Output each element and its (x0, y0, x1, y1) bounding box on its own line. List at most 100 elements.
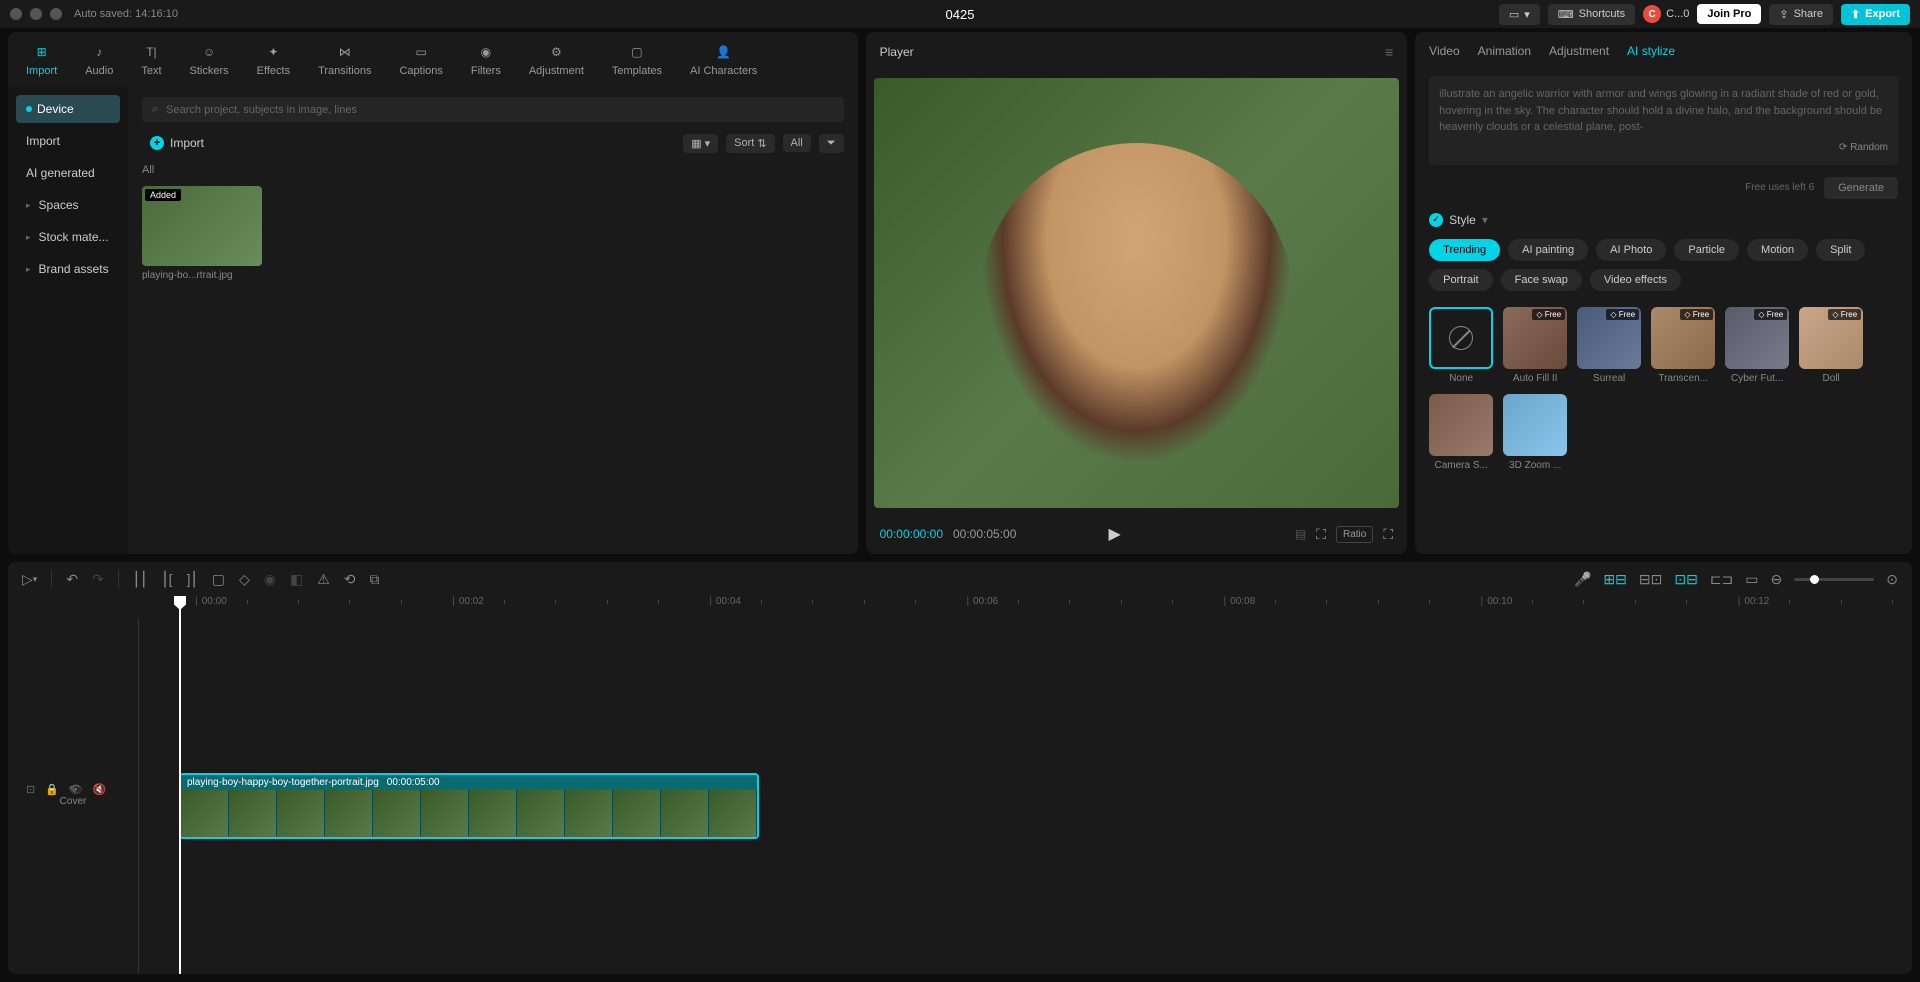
delete-tool[interactable]: ▢ (212, 571, 225, 588)
style-preset-cyberfut[interactable]: ◇ FreeCyber Fut... (1725, 307, 1789, 384)
playhead[interactable] (179, 596, 181, 974)
zoom-out-button[interactable]: ⊖ (1771, 571, 1783, 588)
tool-tab-templates[interactable]: ▢Templates (604, 38, 670, 81)
clip-frame (517, 790, 565, 838)
plus-icon: + (150, 136, 164, 150)
rotate-tool[interactable]: ⟲ (344, 571, 356, 588)
timeline-tracks[interactable]: playing-boy-happy-boy-together-portrait.… (138, 618, 1912, 974)
search-icon: ⌕ (152, 103, 158, 116)
time-ruler[interactable]: 00:0000:0200:0400:0600:0800:1000:1200:14 (178, 596, 1892, 618)
export-button[interactable]: ⬆Export (1841, 4, 1910, 25)
player-viewport[interactable] (874, 78, 1400, 508)
tool-tab-transitions[interactable]: ⋈Transitions (310, 38, 379, 81)
style-preset-dzoom[interactable]: 3D Zoom ... (1503, 394, 1567, 471)
share-button[interactable]: ⇪Share (1769, 4, 1833, 25)
inspector-tab-animation[interactable]: Animation (1478, 44, 1531, 64)
join-pro-button[interactable]: Join Pro (1697, 4, 1761, 24)
style-dropdown-icon[interactable]: ▾ (1482, 213, 1488, 227)
style-chip-ai-painting[interactable]: AI painting (1508, 239, 1588, 261)
sidebar-item-spaces[interactable]: Spaces (16, 191, 120, 219)
selection-tool[interactable]: ▷ ▾ (22, 571, 37, 588)
snap-button[interactable]: ⊡⊟ (1674, 571, 1697, 588)
track-lock-icon[interactable]: 🔒 (45, 783, 59, 796)
compare-icon[interactable]: ▤ (1295, 527, 1306, 541)
prompt-input[interactable]: illustrate an angelic warrior with armor… (1429, 76, 1898, 165)
split-right-tool[interactable]: ]⎮ (187, 571, 198, 588)
import-button[interactable]: + Import (142, 132, 212, 154)
crop-tool[interactable]: ⧉ (370, 571, 380, 588)
crop-icon[interactable]: ⛶ (1316, 526, 1326, 543)
play-button[interactable]: ▶ (1108, 524, 1120, 544)
tool-tab-filters[interactable]: ◉Filters (463, 38, 509, 81)
style-check-icon[interactable]: ✓ (1429, 213, 1443, 227)
track-expand-icon[interactable]: ⊡ (26, 783, 35, 796)
style-chip-portrait[interactable]: Portrait (1429, 269, 1492, 291)
style-chip-motion[interactable]: Motion (1747, 239, 1808, 261)
tool-tab-stickers[interactable]: ☺Stickers (182, 38, 237, 81)
view-mode-button[interactable]: ▦▾ (683, 134, 718, 153)
style-preset-cameras[interactable]: Camera S... (1429, 394, 1493, 471)
maximize-window-icon[interactable] (50, 8, 62, 20)
style-preset-doll[interactable]: ◇ FreeDoll (1799, 307, 1863, 384)
zoom-slider[interactable] (1794, 578, 1874, 581)
transitions-icon: ⋈ (335, 42, 355, 62)
inspector-tab-ai-stylize[interactable]: AI stylize (1627, 44, 1675, 64)
ratio-button[interactable]: Ratio (1336, 526, 1373, 543)
style-preset-transcen[interactable]: ◇ FreeTranscen... (1651, 307, 1715, 384)
close-window-icon[interactable] (10, 8, 22, 20)
sidebar-item-stockmate[interactable]: Stock mate... (16, 223, 120, 251)
track-view-button[interactable]: ▭ (1745, 571, 1758, 588)
sort-button[interactable]: Sort ⇅ (726, 134, 774, 153)
sidebar-item-brandassets[interactable]: Brand assets (16, 255, 120, 283)
layout-button[interactable]: ▭▾ (1499, 4, 1540, 25)
tool-tab-ai-characters[interactable]: 👤AI Characters (682, 38, 765, 81)
tool-tab-audio[interactable]: ♪Audio (77, 38, 121, 81)
random-button[interactable]: ⟳ Random (1439, 140, 1888, 155)
tool-tab-captions[interactable]: ▭Captions (391, 38, 450, 81)
zoom-fit-button[interactable]: ⊙ (1886, 571, 1898, 588)
timeline-clip[interactable]: playing-boy-happy-boy-together-portrait.… (179, 773, 759, 839)
mirror-tool[interactable]: ⚠ (317, 571, 330, 588)
style-preset-surreal[interactable]: ◇ FreeSurreal (1577, 307, 1641, 384)
inspector-tab-video[interactable]: Video (1429, 44, 1459, 64)
sidebar-item-device[interactable]: Device (16, 95, 120, 123)
shortcuts-button[interactable]: ⌨Shortcuts (1548, 4, 1635, 25)
tool-tab-text[interactable]: T|Text (133, 38, 169, 81)
captions-icon: ▭ (411, 42, 431, 62)
marker-tool[interactable]: ◇ (239, 571, 250, 588)
media-item[interactable]: Added playing-bo...rtrait.jpg (142, 186, 262, 281)
style-chip-trending[interactable]: Trending (1429, 239, 1500, 261)
minimize-window-icon[interactable] (30, 8, 42, 20)
style-chip-particle[interactable]: Particle (1674, 239, 1739, 261)
link-button[interactable]: ⊟⊡ (1639, 571, 1662, 588)
style-preset-autofillii[interactable]: ◇ FreeAuto Fill II (1503, 307, 1567, 384)
media-panel: ⊞Import ♪Audio T|Text ☺Stickers ✦Effects ⋈Tra… (8, 32, 858, 554)
generate-button[interactable]: Generate (1824, 177, 1898, 199)
track-mute-icon[interactable]: 🔇 (93, 783, 107, 796)
sidebar-item-aigenerated[interactable]: AI generated (16, 159, 120, 187)
split-tool[interactable]: ⎮⎮ (133, 571, 148, 588)
undo-button[interactable]: ↶ (66, 571, 78, 588)
style-chip-split[interactable]: Split (1816, 239, 1865, 261)
snap-main-button[interactable]: ⊞⊟ (1603, 571, 1626, 588)
style-chip-face-swap[interactable]: Face swap (1501, 269, 1582, 291)
mic-icon[interactable]: 🎤 (1574, 571, 1591, 588)
style-chip-video-effects[interactable]: Video effects (1590, 269, 1681, 291)
player-menu-icon[interactable]: ≡ (1385, 44, 1393, 60)
inspector-tab-adjustment[interactable]: Adjustment (1549, 44, 1609, 64)
fullscreen-icon[interactable]: ⛶ (1383, 526, 1393, 543)
share-icon: ⇪ (1779, 8, 1788, 21)
search-input[interactable]: ⌕ Search project, subjects in image, lin… (142, 97, 844, 122)
split-left-tool[interactable]: ⎮[ (161, 571, 172, 588)
style-chip-ai-photo[interactable]: AI Photo (1596, 239, 1666, 261)
style-preset-none[interactable]: None (1429, 307, 1493, 384)
sidebar-item-import[interactable]: Import (16, 127, 120, 155)
tool-tab-effects[interactable]: ✦Effects (249, 38, 298, 81)
track-visible-icon[interactable]: 👁 (69, 783, 83, 796)
tool-tab-adjustment[interactable]: ⚙Adjustment (521, 38, 592, 81)
filter-settings-button[interactable]: ⏷ (819, 134, 844, 153)
preview-cut-button[interactable]: ⊏⊐ (1710, 571, 1733, 588)
user-badge[interactable]: C C...0 (1643, 5, 1689, 23)
filter-all-button[interactable]: All (783, 134, 811, 152)
tool-tab-import[interactable]: ⊞Import (18, 38, 65, 81)
